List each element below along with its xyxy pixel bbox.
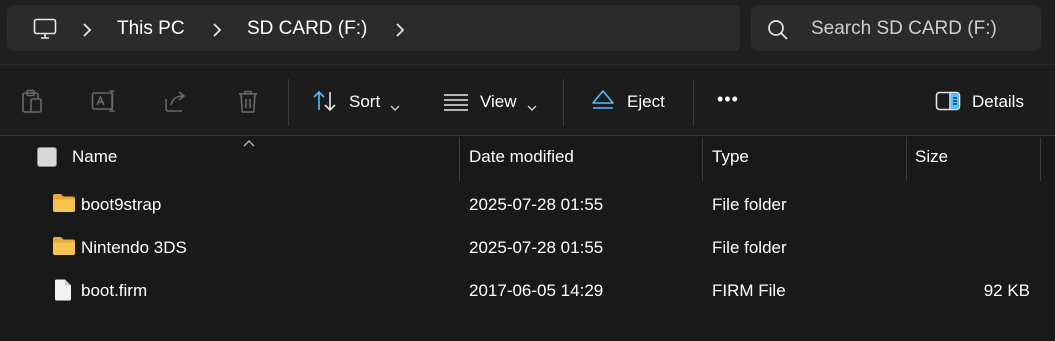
file-name: boot.firm bbox=[81, 281, 148, 300]
search-icon bbox=[766, 18, 790, 47]
column-divider[interactable] bbox=[906, 137, 907, 181]
toolbar-separator bbox=[563, 79, 564, 126]
address-bar[interactable]: This PC SD CARD (F:) bbox=[7, 5, 740, 51]
file-type: File folder bbox=[712, 195, 787, 214]
view-button[interactable]: View bbox=[480, 92, 517, 112]
file-type: File folder bbox=[712, 238, 787, 257]
address-area: This PC SD CARD (F:) Search SD CARD (F:) bbox=[0, 0, 1055, 64]
column-date-modified[interactable]: Date modified bbox=[469, 147, 574, 167]
file-name: boot9strap bbox=[81, 195, 162, 214]
search-input[interactable]: Search SD CARD (F:) bbox=[811, 18, 997, 40]
column-name[interactable]: Name bbox=[72, 147, 117, 167]
file-date: 2025-07-28 01:55 bbox=[469, 238, 604, 257]
command-bar: Sort View Eject ••• Details bbox=[0, 64, 1055, 136]
rename-icon[interactable] bbox=[91, 89, 117, 118]
chevron-right-icon[interactable] bbox=[395, 22, 405, 42]
file-icon bbox=[54, 279, 72, 306]
file-size: 92 KB bbox=[983, 281, 1030, 300]
details-pane-icon[interactable] bbox=[935, 91, 961, 116]
folder-icon bbox=[52, 236, 76, 261]
column-size[interactable]: Size bbox=[915, 147, 948, 167]
search-box[interactable]: Search SD CARD (F:) bbox=[751, 5, 1041, 51]
column-type[interactable]: Type bbox=[712, 147, 749, 167]
toolbar-separator bbox=[693, 79, 694, 126]
computer-icon[interactable] bbox=[33, 18, 57, 45]
chevron-right-icon[interactable] bbox=[82, 22, 92, 42]
column-header: Name Date modified Type Size bbox=[0, 135, 1055, 181]
file-type: FIRM File bbox=[712, 281, 786, 300]
list-item[interactable]: boot9strap 2025-07-28 01:55 File folder bbox=[0, 184, 1040, 227]
delete-icon[interactable] bbox=[236, 89, 260, 120]
share-icon[interactable] bbox=[163, 89, 189, 118]
sort-icon[interactable] bbox=[312, 89, 338, 118]
eject-button[interactable]: Eject bbox=[627, 92, 665, 112]
file-name: Nintendo 3DS bbox=[81, 238, 187, 257]
view-list-icon[interactable] bbox=[443, 93, 469, 116]
details-button[interactable]: Details bbox=[972, 92, 1024, 112]
folder-icon bbox=[52, 193, 76, 218]
toolbar-separator bbox=[288, 79, 289, 126]
more-options-button[interactable]: ••• bbox=[717, 89, 739, 110]
eject-icon[interactable] bbox=[591, 89, 615, 116]
column-divider[interactable] bbox=[459, 137, 460, 181]
chevron-right-icon[interactable] bbox=[212, 22, 222, 42]
list-item[interactable]: boot.firm 2017-06-05 14:29 FIRM File 92 … bbox=[0, 270, 1040, 313]
breadcrumb-sd-card[interactable]: SD CARD (F:) bbox=[247, 18, 367, 40]
column-divider[interactable] bbox=[702, 137, 703, 181]
column-divider[interactable] bbox=[1040, 137, 1041, 181]
file-date: 2025-07-28 01:55 bbox=[469, 195, 604, 214]
sort-button[interactable]: Sort bbox=[349, 92, 380, 112]
list-item[interactable]: Nintendo 3DS 2025-07-28 01:55 File folde… bbox=[0, 227, 1040, 270]
paste-icon[interactable] bbox=[20, 89, 44, 120]
breadcrumb-this-pc[interactable]: This PC bbox=[117, 18, 185, 40]
chevron-down-icon[interactable] bbox=[527, 97, 537, 117]
file-date: 2017-06-05 14:29 bbox=[469, 281, 604, 300]
chevron-down-icon[interactable] bbox=[390, 97, 400, 117]
